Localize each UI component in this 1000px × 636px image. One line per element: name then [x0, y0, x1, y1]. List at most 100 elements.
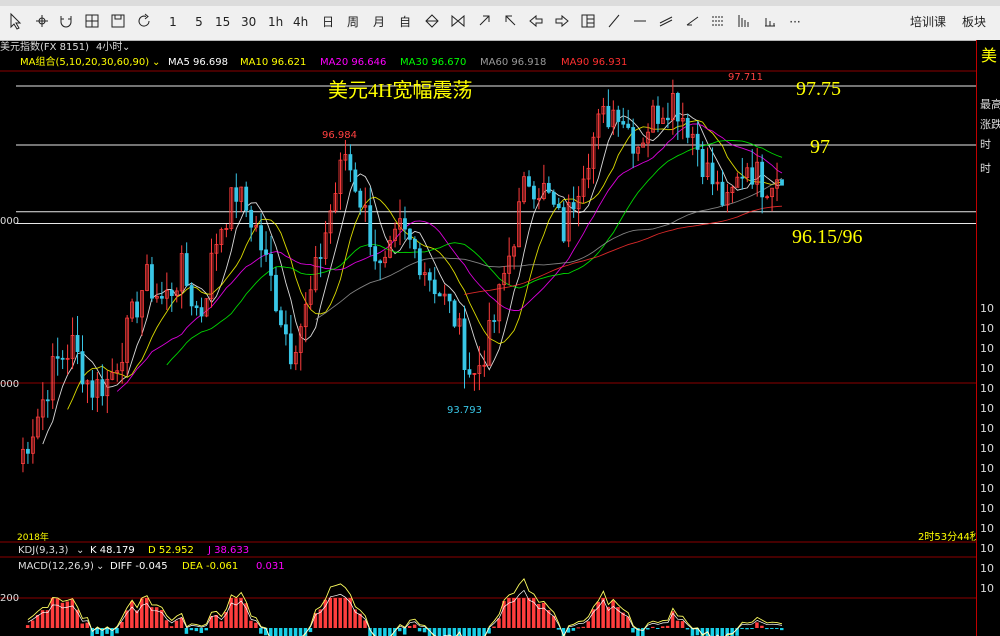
candle-body: [710, 162, 715, 185]
macd-bar: [140, 598, 144, 628]
macd-dropdown-icon[interactable]: ⌄: [96, 560, 104, 574]
macd-bar: [184, 628, 189, 634]
period-4h[interactable]: 4h: [293, 12, 308, 32]
candle-body: [60, 357, 65, 360]
channel-icon[interactable]: [710, 12, 726, 32]
candle-body: [551, 191, 556, 205]
scroll-right-icon[interactable]: [554, 12, 570, 32]
right-panel-row: 10: [980, 362, 994, 375]
kdj-j: J 38.633: [208, 545, 250, 556]
training-course-button[interactable]: 培训课: [910, 12, 946, 32]
ma-group-dropdown-icon[interactable]: ⌄: [152, 55, 160, 71]
fibonacci-icon[interactable]: [736, 12, 752, 32]
period-dropdown-icon[interactable]: ⌄: [122, 40, 130, 55]
level-label-97-75: 97.75: [796, 78, 841, 100]
candle-body: [546, 182, 551, 193]
trend-line-icon[interactable]: [606, 12, 622, 32]
candle-body: [373, 246, 378, 262]
macd-dea: DEA -0.061: [182, 561, 239, 572]
candle-body: [283, 324, 288, 335]
candle-body: [467, 369, 472, 375]
candle-body: [244, 186, 249, 211]
candle-body: [90, 380, 95, 398]
period-month[interactable]: 月: [372, 12, 386, 32]
candle-body: [700, 148, 705, 178]
ma30-label: MA30 96.670: [400, 57, 467, 68]
candle-body: [26, 448, 30, 454]
refresh-icon[interactable]: [136, 12, 152, 32]
macd-bar: [338, 598, 342, 628]
grid-view-icon[interactable]: [84, 12, 100, 32]
layout-split-icon[interactable]: [580, 12, 596, 32]
period-selector[interactable]: 4小时: [96, 40, 122, 55]
magnet-tool-icon[interactable]: [58, 12, 74, 32]
candle-body: [626, 123, 631, 128]
macd-bar: [278, 628, 283, 636]
macd-bar: [293, 628, 298, 636]
kdj-d: D 52.952: [148, 545, 194, 556]
macd-bar: [249, 620, 253, 628]
instrument-name[interactable]: 美元指数(FX 8151): [0, 40, 89, 55]
period-1h[interactable]: 1h: [268, 12, 283, 32]
ma-group-label[interactable]: MA组合(5,10,20,30,60,90): [20, 55, 149, 71]
macd-bar: [442, 628, 447, 636]
candle-body: [695, 133, 700, 150]
right-panel-row: 10: [980, 562, 994, 575]
right-quote-panel: 美 最高 涨跌时时 10 10 10 10 10 10 10 10 10 10 10 10 10 10 10: [976, 40, 1000, 636]
macd-bar: [571, 628, 576, 631]
period-15[interactable]: 15: [215, 12, 230, 32]
axis-label-sub: 200: [0, 593, 19, 604]
macd-bar: [204, 628, 209, 631]
candle-body: [150, 264, 154, 299]
period-1[interactable]: 1: [166, 12, 180, 32]
sector-button[interactable]: 板块: [962, 12, 986, 32]
candle-body: [685, 117, 690, 138]
macd-bar: [586, 621, 591, 628]
macd-bar: [541, 602, 546, 628]
horizontal-line-icon[interactable]: [632, 12, 648, 32]
macd-bar: [536, 603, 541, 628]
period-custom[interactable]: 自: [398, 12, 412, 32]
right-panel-row: 10: [980, 582, 994, 595]
macd-label[interactable]: MACD(12,26,9): [18, 560, 94, 574]
candle-body: [631, 127, 636, 154]
macd-bar: [526, 598, 531, 628]
pointer-tool-icon[interactable]: [8, 12, 22, 32]
macd-bar: [130, 601, 134, 628]
candle-body: [55, 356, 60, 359]
macd-bar: [581, 626, 586, 628]
macd-bar: [512, 598, 516, 628]
macd-bar: [273, 628, 278, 636]
right-panel-row: 10: [980, 382, 994, 395]
candle-body: [780, 179, 784, 186]
period-30[interactable]: 30: [241, 12, 256, 32]
crosshair-tool-icon[interactable]: [34, 12, 50, 32]
zoom-out-icon[interactable]: [502, 12, 518, 32]
save-layout-icon[interactable]: [110, 12, 126, 32]
candle-body: [740, 176, 745, 179]
period-5[interactable]: 5: [192, 12, 206, 32]
zoom-in-icon[interactable]: [476, 12, 492, 32]
bar-tool-icon[interactable]: [762, 12, 778, 32]
candle-body: [75, 335, 80, 353]
kdj-label[interactable]: KDJ(9,3,3): [18, 544, 68, 558]
macd-bar: [189, 628, 194, 631]
parallel-lines-icon[interactable]: [658, 12, 674, 32]
high-marker-left: 96.984: [322, 130, 357, 141]
macd-bar: [383, 628, 387, 636]
macd-bar: [651, 626, 655, 628]
candle-body: [412, 238, 417, 250]
macd-bar: [259, 628, 263, 634]
scroll-left-icon[interactable]: [528, 12, 544, 32]
high-marker-main: 97.711: [728, 72, 763, 83]
bowtie-shape-icon[interactable]: [450, 12, 466, 32]
ray-line-icon[interactable]: [684, 12, 700, 32]
diamond-shape-icon[interactable]: [424, 12, 440, 32]
kdj-dropdown-icon[interactable]: ⌄: [76, 544, 84, 558]
period-day[interactable]: 日: [321, 12, 335, 32]
more-tools-button[interactable]: ···: [788, 12, 802, 32]
right-panel-row: 时: [980, 138, 991, 151]
macd-bar: [517, 598, 521, 628]
candle-body: [447, 293, 452, 302]
period-week[interactable]: 周: [346, 12, 360, 32]
